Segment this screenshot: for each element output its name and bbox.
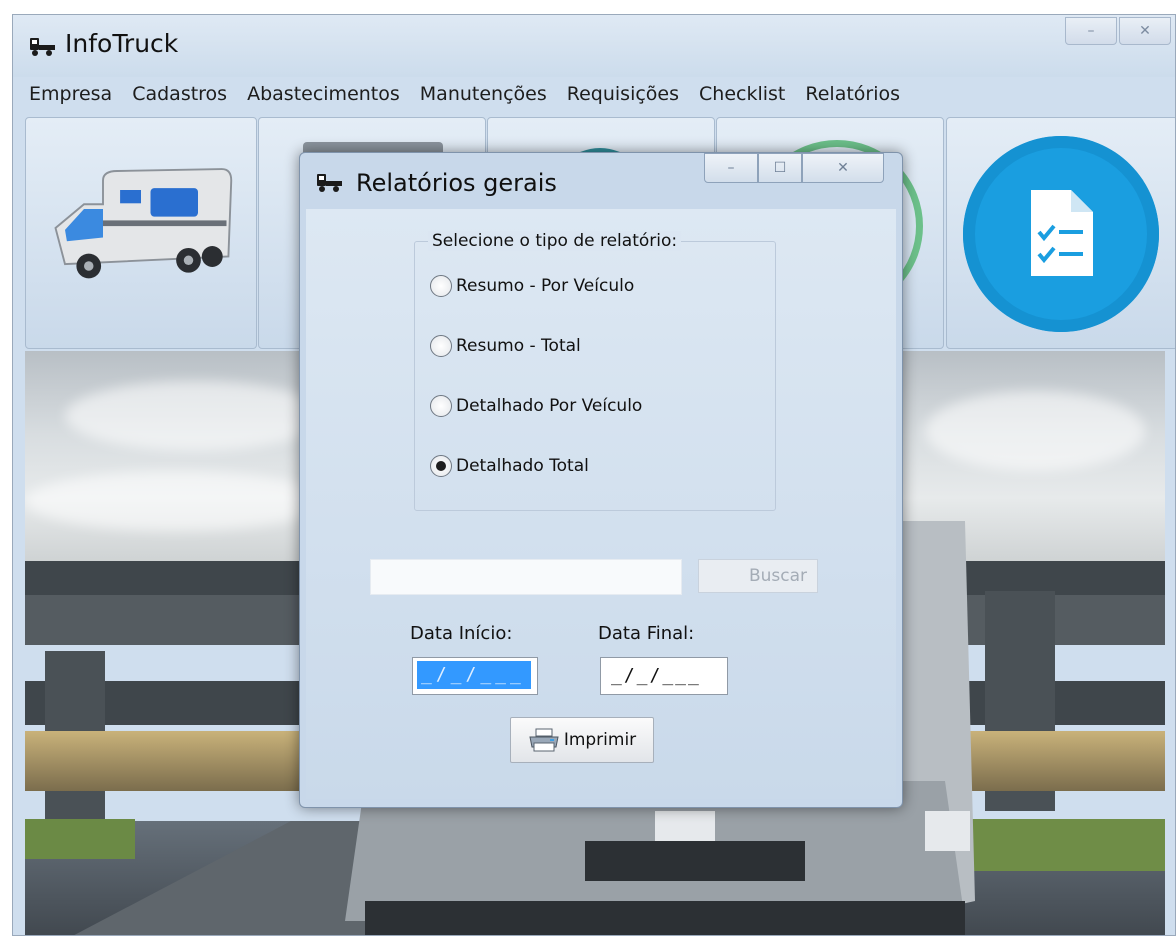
dialog-body: Selecione o tipo de relatório: Resumo - … (306, 209, 896, 799)
truck-icon (317, 174, 342, 192)
dialog-maximize-button[interactable]: ☐ (758, 153, 802, 183)
menu-relatorios[interactable]: Relatórios (805, 83, 900, 105)
option-detalhado-por-veiculo[interactable]: Detalhado Por Veículo (430, 395, 642, 417)
dialog-titlebar: Relatórios gerais – ☐ ✕ (300, 153, 902, 209)
menu-requisicoes[interactable]: Requisições (567, 83, 679, 105)
radio-button-selected[interactable] (430, 455, 452, 477)
tile-reports[interactable] (946, 117, 1175, 349)
option-label: Detalhado Por Veículo (456, 396, 643, 416)
main-titlebar: InfoTruck – ✕ (13, 15, 1175, 77)
dialog-title: Relatórios gerais (356, 169, 557, 197)
motorhome-icon (54, 168, 233, 279)
radio-button[interactable] (430, 395, 452, 417)
option-resumo-por-veiculo[interactable]: Resumo - Por Veículo (430, 275, 634, 297)
tile-vehicles[interactable] (25, 117, 257, 349)
app-title: InfoTruck (65, 29, 179, 58)
close-button[interactable]: ✕ (1119, 17, 1171, 45)
date-start-label: Data Início: (410, 623, 513, 644)
option-label: Detalhado Total (456, 456, 589, 476)
search-button[interactable]: Buscar (698, 559, 818, 593)
radio-dot-icon (436, 461, 446, 471)
date-end-label: Data Final: (598, 623, 695, 644)
search-input[interactable] (370, 559, 682, 595)
menu-abastecimentos[interactable]: Abastecimentos (247, 83, 400, 105)
option-resumo-total[interactable]: Resumo - Total (430, 335, 581, 357)
radio-button[interactable] (430, 335, 452, 357)
dialog-close-button[interactable]: ✕ (802, 153, 884, 183)
date-end-field[interactable]: _/_/___ (600, 657, 728, 695)
reports-dialog: Relatórios gerais – ☐ ✕ Selecione o tipo… (299, 152, 903, 808)
dialog-minimize-button[interactable]: – (704, 153, 758, 183)
date-start-value: _/_/___ (417, 661, 531, 689)
truck-icon (30, 38, 55, 56)
date-start-field[interactable]: _/_/___ (412, 657, 538, 695)
menu-cadastros[interactable]: Cadastros (132, 83, 227, 105)
checklist-document-icon (1031, 190, 1093, 276)
menu-empresa[interactable]: Empresa (29, 83, 112, 105)
option-detalhado-total[interactable]: Detalhado Total (430, 455, 589, 477)
report-type-label: Selecione o tipo de relatório: (428, 231, 682, 251)
menu-manutencoes[interactable]: Manutenções (420, 83, 547, 105)
option-label: Resumo - Por Veículo (456, 276, 635, 296)
radio-button[interactable] (430, 275, 452, 297)
print-button[interactable]: Imprimir (510, 717, 654, 763)
menu-checklist[interactable]: Checklist (699, 83, 785, 105)
printer-icon (529, 728, 559, 752)
option-label: Resumo - Total (456, 336, 581, 356)
print-label: Imprimir (563, 730, 637, 750)
minimize-button[interactable]: – (1065, 17, 1117, 45)
window-controls: – ✕ (1063, 17, 1171, 45)
dialog-window-controls: – ☐ ✕ (704, 153, 884, 183)
menu-bar: Empresa Cadastros Abastecimentos Manuten… (29, 83, 920, 105)
